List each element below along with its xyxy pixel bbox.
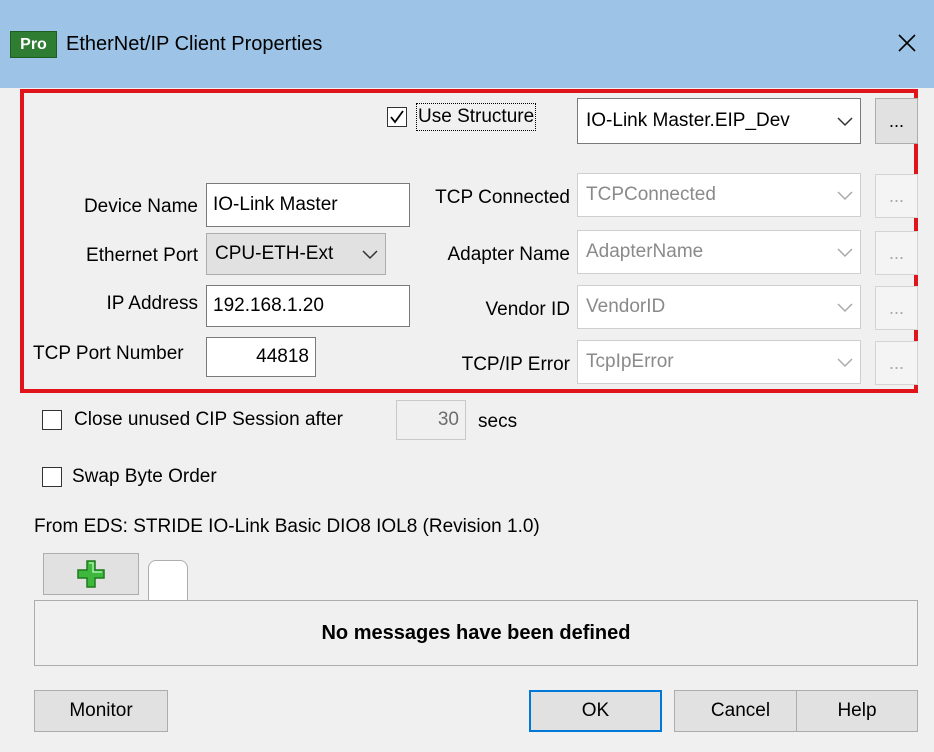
cancel-button[interactable]: Cancel	[674, 690, 807, 732]
chevron-down-icon	[837, 191, 853, 201]
close-button[interactable]	[890, 26, 924, 60]
tcp-port-label: TCP Port Number	[33, 343, 184, 364]
help-button[interactable]: Help	[796, 690, 918, 732]
tcp-port-input[interactable]: 44818	[206, 337, 316, 377]
structure-select-value: IO-Link Master.EIP_Dev	[586, 110, 790, 131]
adapter-name-value: AdapterName	[586, 241, 704, 262]
tcp-connected-select[interactable]: TCPConnected	[577, 173, 861, 217]
ip-address-label: IP Address	[106, 293, 198, 314]
tcp-ip-error-browse-button[interactable]: ...	[875, 341, 918, 385]
tcp-ip-error-select[interactable]: TcpIpError	[577, 340, 861, 384]
vendor-id-value: VendorID	[586, 296, 666, 317]
ok-button[interactable]: OK	[529, 690, 662, 732]
chevron-down-icon	[362, 250, 378, 260]
messages-panel: No messages have been defined	[34, 600, 918, 666]
add-message-button[interactable]	[43, 553, 139, 595]
chevron-down-icon	[837, 248, 853, 258]
message-tab[interactable]	[148, 560, 188, 601]
session-seconds-value: 30	[437, 409, 459, 430]
ip-address-input[interactable]: 192.168.1.20	[206, 285, 410, 327]
chevron-down-icon	[837, 358, 853, 368]
vendor-id-label: Vendor ID	[485, 299, 571, 320]
chevron-down-icon	[837, 117, 853, 127]
ip-address-value: 192.168.1.20	[213, 295, 324, 316]
use-structure-checkbox[interactable]	[387, 107, 407, 127]
device-name-value: IO-Link Master	[213, 194, 338, 215]
device-name-input[interactable]: IO-Link Master	[206, 183, 410, 227]
ethernet-port-select[interactable]: CPU-ETH-Ext	[206, 233, 386, 275]
window-title: EtherNet/IP Client Properties	[66, 33, 323, 55]
use-structure-label[interactable]: Use Structure	[415, 103, 537, 131]
vendor-id-select[interactable]: VendorID	[577, 285, 861, 329]
ethernet-port-label: Ethernet Port	[86, 245, 198, 266]
plus-icon	[77, 560, 105, 588]
tcp-port-value: 44818	[256, 346, 309, 367]
seconds-label: secs	[478, 411, 518, 432]
structure-browse-button[interactable]: ...	[875, 98, 918, 144]
chevron-down-icon	[837, 303, 853, 313]
ethernet-port-value: CPU-ETH-Ext	[215, 243, 334, 264]
tcp-connected-browse-button[interactable]: ...	[875, 174, 918, 218]
close-session-checkbox[interactable]	[42, 410, 62, 430]
vendor-id-browse-button[interactable]: ...	[875, 286, 918, 330]
checkmark-icon	[390, 110, 404, 124]
tcp-connected-label: TCP Connected	[435, 187, 570, 208]
close-icon	[898, 34, 916, 52]
structure-select[interactable]: IO-Link Master.EIP_Dev	[577, 98, 861, 144]
close-session-label[interactable]: Close unused CIP Session after	[74, 408, 343, 432]
app-logo-icon: Pro	[10, 31, 57, 58]
messages-empty-text: No messages have been defined	[321, 621, 631, 644]
tcp-ip-error-value: TcpIpError	[586, 351, 674, 372]
device-name-label: Device Name	[83, 196, 198, 217]
swap-byte-order-label[interactable]: Swap Byte Order	[72, 465, 217, 489]
eds-info-text: From EDS: STRIDE IO-Link Basic DIO8 IOL8…	[34, 516, 540, 537]
tcp-connected-value: TCPConnected	[586, 184, 716, 205]
session-seconds-input[interactable]: 30	[396, 400, 466, 440]
tcp-ip-error-label: TCP/IP Error	[461, 354, 570, 375]
adapter-name-select[interactable]: AdapterName	[577, 230, 861, 274]
swap-byte-order-checkbox[interactable]	[42, 467, 62, 487]
adapter-name-browse-button[interactable]: ...	[875, 231, 918, 275]
monitor-button[interactable]: Monitor	[34, 690, 168, 732]
adapter-name-label: Adapter Name	[447, 244, 570, 265]
